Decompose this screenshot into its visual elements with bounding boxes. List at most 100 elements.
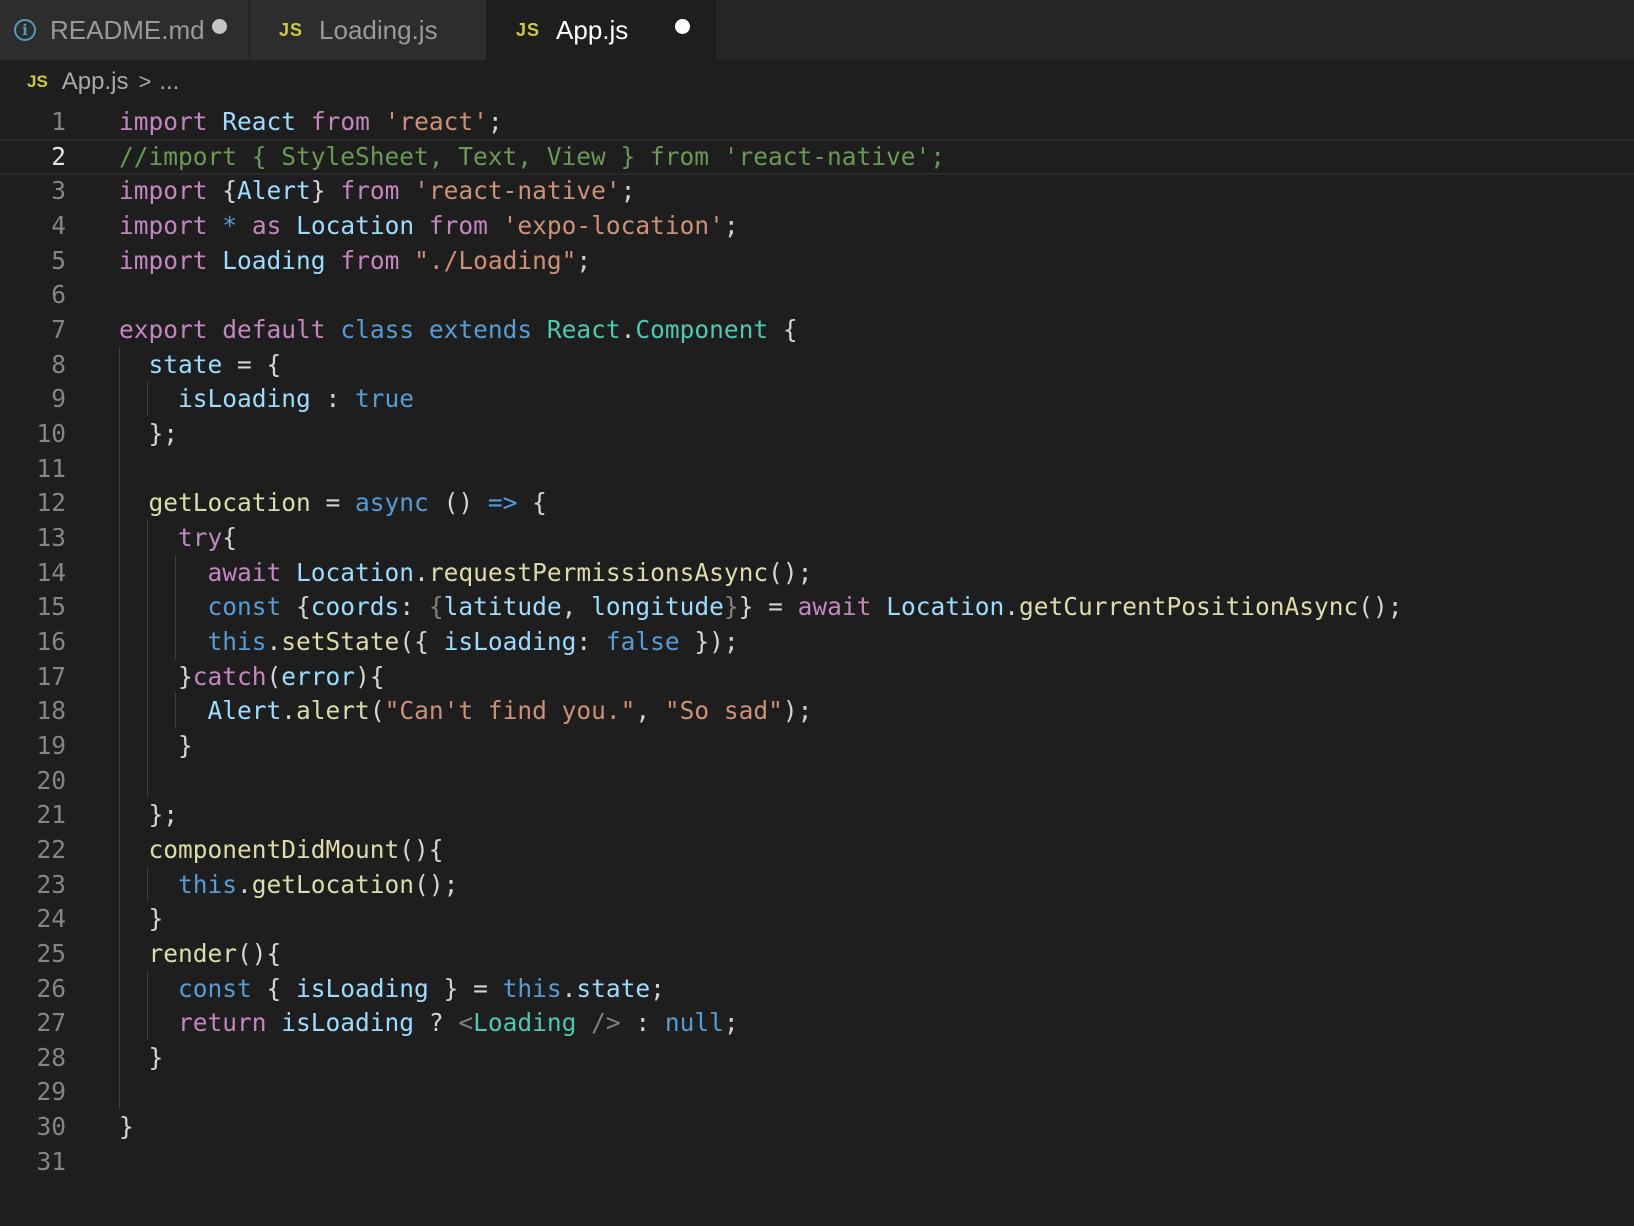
code-token: const [178,973,252,1003]
code-line[interactable]: 25 render(){ [0,936,1634,972]
code-line[interactable]: 3 import {Alert} from 'react-native'; [0,173,1634,209]
code-line[interactable]: 28 } [0,1040,1634,1076]
line-number: 17 [36,661,66,691]
code-token: await [797,592,872,622]
code-token: import [119,210,208,240]
unsaved-dot-icon[interactable] [212,19,227,34]
code-line[interactable]: 11 [0,451,1634,487]
code-line[interactable]: 8 state = { [0,347,1634,383]
breadcrumb-symbol[interactable]: ... [159,68,179,96]
code-token: (); [414,869,459,899]
code-token: Location [296,557,415,587]
code-line[interactable]: 7 export default class extends React.Comp… [0,312,1634,348]
code-token: getLocation [148,488,311,518]
code-token: }); [679,626,739,656]
line-number: 28 [36,1042,66,1072]
code-token: : [620,1008,665,1038]
code-line[interactable]: 17 }catch(error){ [0,659,1634,695]
code-token: "Can't find you." [384,696,636,726]
code-token: : [576,626,606,656]
line-number: 13 [36,522,66,552]
code-token: ; [723,1008,739,1038]
tab-bar: i README.md JS Loading.js JS App.js [0,0,1634,60]
code-token: //import { StyleSheet, Text, View } from… [119,141,946,171]
line-number: 6 [51,280,66,310]
line-number: 2 [51,141,66,171]
code-token: error [281,661,356,691]
code-line[interactable]: 6 [0,277,1634,313]
indent-guide [146,866,148,902]
code-line[interactable]: 22 componentDidMount(){ [0,832,1634,868]
code-line[interactable]: 16 this.setState({ isLoading: false }); [0,624,1634,660]
code-token: { [222,522,238,552]
chevron-right-icon: > [138,69,152,94]
code-text: Alert.alert("Can't find you.", "So sad")… [119,693,813,729]
code-text: } [119,1109,134,1145]
unsaved-dot-icon[interactable] [675,19,690,34]
code-text: //import { StyleSheet, Text, View } from… [119,141,945,173]
code-token: from [310,107,370,136]
code-line[interactable]: 12 getLocation = async () => { [0,485,1634,521]
line-number: 5 [51,245,66,275]
code-token: state [576,973,651,1003]
code-line[interactable]: 18 Alert.alert("Can't find you.", "So sa… [0,693,1634,729]
code-token: * [222,210,238,240]
code-line[interactable]: 10 }; [0,416,1634,452]
code-token: this [207,626,267,656]
code-token: } [723,592,739,622]
indent-guide [174,554,176,659]
code-line[interactable]: 19 } [0,728,1634,764]
code-text: const {coords: {latitude, longitude}} = … [119,589,1403,625]
breadcrumb-file[interactable]: App.js [62,68,129,96]
code-token: isLoading [281,1008,415,1038]
code-token: , [561,592,592,622]
code-editor[interactable]: 1 import React from 'react'; 2 //import { S… [0,104,1634,1226]
code-line[interactable]: 4 import * as Location from 'expo-locatio… [0,208,1634,244]
code-line[interactable]: 13 try{ [0,520,1634,556]
code-line[interactable]: 21 }; [0,797,1634,833]
code-token: longitude [591,592,724,622]
code-line[interactable]: 30} [0,1109,1634,1145]
code-line[interactable]: 26 const { isLoading } = this.state; [0,971,1634,1007]
javascript-file-icon: JS [279,19,304,40]
code-token: class [340,314,415,344]
code-token: : [310,384,356,414]
code-token: { [281,592,311,622]
code-token: default [222,314,326,344]
tab-readme[interactable]: i README.md [0,0,250,60]
code-line[interactable]: 27 return isLoading ? <Loading /> : null… [0,1005,1634,1041]
tab-loading-js[interactable]: JS Loading.js [250,0,487,60]
code-line[interactable]: 1 import React from 'react'; [0,104,1634,140]
code-token: /> [591,1008,621,1038]
code-line[interactable]: 20 [0,763,1634,799]
line-number: 8 [51,349,66,379]
code-text: }; [119,416,179,452]
indent-guide [174,693,176,728]
code-line[interactable]: 9 isLoading : true [0,381,1634,417]
code-line[interactable]: 5 import Loading from "./Loading"; [0,243,1634,279]
code-line[interactable]: 24 } [0,901,1634,937]
tab-app-js[interactable]: JS App.js [487,0,716,60]
code-line[interactable]: 31 [0,1144,1634,1180]
code-line[interactable]: 2 //import { StyleSheet, Text, View } fro… [0,138,1634,175]
code-text: state = { [119,347,282,383]
code-text: import * as Location from 'expo-location… [119,208,739,244]
code-token: }; [119,800,179,830]
code-line[interactable]: 14 await Location.requestPermissionsAsyn… [0,555,1634,591]
info-icon: i [14,19,36,41]
code-token: Component [635,314,769,344]
code-token: render [148,938,238,968]
code-token: { [251,973,297,1003]
code-line[interactable]: 29 [0,1074,1634,1110]
code-line[interactable]: 23 this.getLocation(); [0,867,1634,903]
code-token: } [119,904,164,934]
line-number: 3 [51,176,66,206]
line-number: 29 [36,1077,66,1107]
code-token: }; [119,418,179,448]
code-line[interactable]: 15 const {coords: {latitude, longitude}}… [0,589,1634,625]
